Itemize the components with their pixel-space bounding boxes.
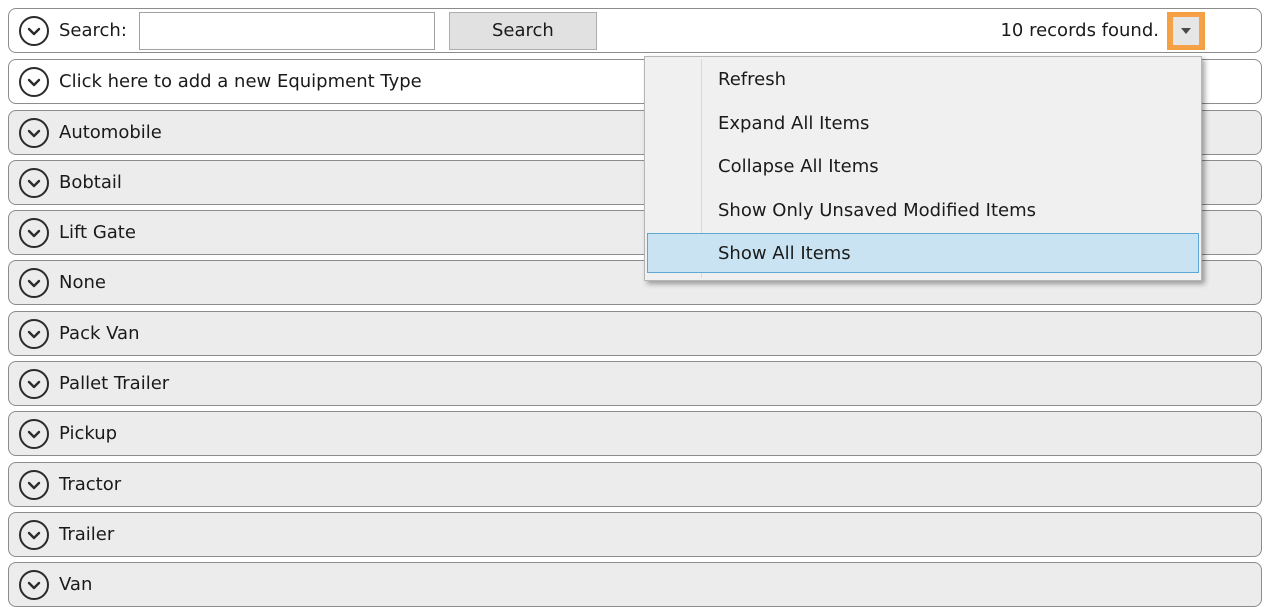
header-chevron-down-icon[interactable] — [19, 15, 49, 46]
list-item-label: Pallet Trailer — [59, 373, 170, 394]
list-item[interactable]: Van — [8, 562, 1262, 607]
records-count: 10 records found. — [1000, 20, 1159, 41]
list-item-label: Van — [59, 574, 93, 595]
chevron-down-icon[interactable] — [19, 469, 49, 500]
triangle-down-icon — [1173, 16, 1199, 45]
list-item[interactable]: Pallet Trailer — [8, 361, 1262, 406]
menu-item-show-unsaved-modified[interactable]: Show Only Unsaved Modified Items — [647, 190, 1199, 230]
add-row-label: Click here to add a new Equipment Type — [59, 71, 422, 92]
list-item-label: Pack Van — [59, 323, 140, 344]
menu-item-show-all[interactable]: Show All Items — [647, 233, 1199, 273]
chevron-down-icon[interactable] — [19, 418, 49, 449]
list-item-label: Tractor — [59, 474, 122, 495]
chevron-down-icon[interactable] — [19, 117, 49, 148]
menu-item-refresh[interactable]: Refresh — [647, 59, 1199, 99]
list-item-label: Pickup — [59, 423, 118, 444]
list-item[interactable]: Tractor — [8, 462, 1262, 507]
list-item-label: Trailer — [59, 524, 115, 545]
list-item-label: None — [59, 272, 106, 293]
chevron-down-icon[interactable] — [19, 519, 49, 550]
menu-item-expand-all[interactable]: Expand All Items — [647, 103, 1199, 143]
chevron-down-icon[interactable] — [19, 267, 49, 298]
chevron-down-icon[interactable] — [19, 368, 49, 399]
chevron-down-icon[interactable] — [19, 569, 49, 600]
chevron-down-icon[interactable] — [19, 318, 49, 349]
chevron-down-icon[interactable] — [19, 217, 49, 248]
list-item-label: Bobtail — [59, 172, 122, 193]
search-input[interactable] — [138, 11, 435, 50]
search-button[interactable]: Search — [448, 11, 597, 50]
list-item[interactable]: Trailer — [8, 512, 1262, 557]
list-item-label: Automobile — [59, 122, 162, 143]
chevron-down-icon[interactable] — [19, 167, 49, 198]
menu-item-collapse-all[interactable]: Collapse All Items — [647, 146, 1199, 186]
list-item[interactable]: Pack Van — [8, 311, 1262, 356]
chevron-down-icon[interactable] — [19, 66, 49, 97]
options-context-menu: Refresh Expand All Items Collapse All It… — [644, 56, 1202, 281]
list-item[interactable]: Pickup — [8, 411, 1262, 456]
options-menu-button[interactable] — [1167, 11, 1205, 50]
list-item-label: Lift Gate — [59, 222, 136, 243]
search-bar: Search: Search 10 records found. — [8, 8, 1262, 53]
search-label: Search: — [59, 20, 127, 41]
